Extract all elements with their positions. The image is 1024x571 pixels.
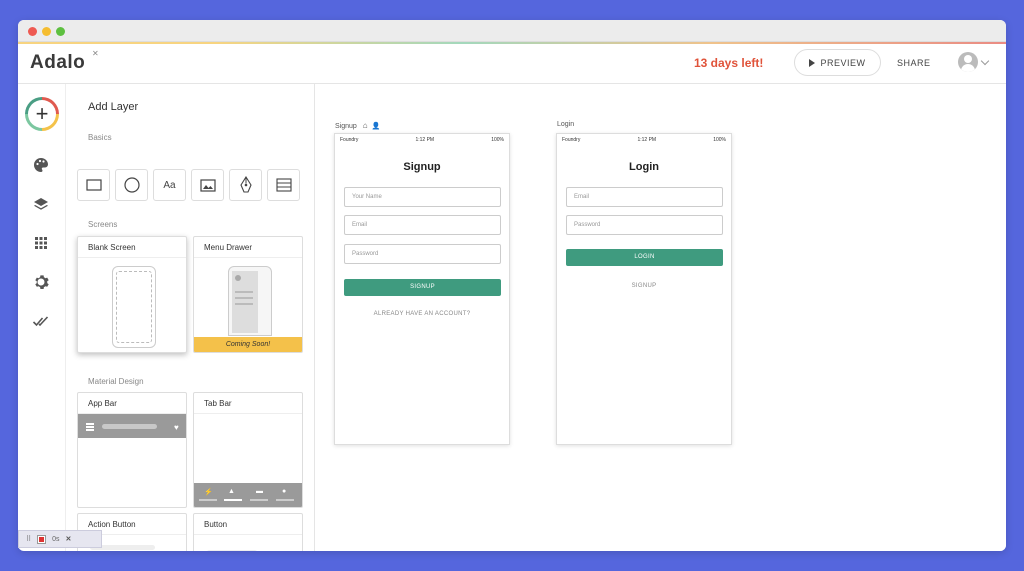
check-all-icon[interactable] — [32, 312, 50, 330]
signup-title: Signup — [403, 161, 441, 173]
card-title: Tab Bar — [194, 393, 302, 414]
battery-text: 100% — [713, 136, 726, 143]
ellipse-icon — [123, 177, 140, 193]
logo-sparkle-icon: ✕ — [92, 49, 99, 58]
basics-label: Basics — [88, 133, 112, 142]
menu-drawer-card[interactable]: Menu Drawer Coming Soon! — [193, 236, 303, 353]
chevron-down-icon[interactable] — [980, 56, 990, 66]
trial-remaining-text[interactable]: 13 days left! — [694, 56, 763, 70]
add-layer-button[interactable]: + — [25, 97, 59, 131]
app-logo[interactable]: Adalo — [30, 52, 85, 74]
signup-link[interactable]: SIGNUP — [557, 283, 731, 289]
time-text: 1:12 PM — [415, 136, 435, 143]
close-icon[interactable]: ✕ — [66, 535, 72, 543]
signup-screen[interactable]: Foundry 1:12 PM 100% Signup Your Name Em… — [334, 133, 510, 445]
signup-label-text: Signup — [335, 123, 357, 130]
close-window-button[interactable] — [28, 27, 37, 36]
password-input[interactable]: Password — [566, 215, 723, 235]
material-design-label: Material Design — [88, 377, 144, 386]
user-lock-icon: 👤 — [371, 123, 381, 130]
text-tool-button[interactable]: Aa — [153, 169, 186, 201]
left-toolbar: + — [18, 84, 66, 551]
grid-icon[interactable] — [32, 234, 50, 252]
card-title: App Bar — [78, 393, 186, 414]
image-icon — [199, 178, 216, 192]
maximize-window-button[interactable] — [56, 27, 65, 36]
status-bar: Foundry 1:12 PM 100% — [335, 134, 509, 145]
stop-recording-button[interactable] — [37, 534, 47, 544]
card-title: Menu Drawer — [194, 237, 302, 258]
phone-outline-icon — [112, 266, 156, 348]
status-bar: Foundry 1:12 PM 100% — [557, 134, 731, 145]
ellipse-tool-button[interactable] — [115, 169, 148, 201]
minimize-window-button[interactable] — [42, 27, 51, 36]
palette-icon[interactable] — [32, 156, 50, 174]
button-card[interactable]: Button — [193, 513, 303, 551]
heart-icon: ♥ — [174, 423, 179, 432]
design-canvas[interactable]: Signup ⌂ 👤 Foundry 1:12 PM 100% Signup Y… — [315, 84, 1006, 551]
signup-button[interactable]: SIGNUP — [344, 279, 501, 296]
signup-screen-label[interactable]: Signup ⌂ 👤 — [335, 121, 380, 130]
login-screen[interactable]: Foundry 1:12 PM 100% Login Email Passwor… — [556, 133, 732, 445]
recording-timer: 0s — [52, 535, 60, 543]
app-bar-card[interactable]: App Bar ♥ — [77, 392, 187, 508]
login-button[interactable]: LOGIN — [566, 249, 723, 266]
coming-soon-badge: Coming Soon! — [194, 337, 302, 352]
drawer-preview-icon — [228, 266, 272, 336]
tab-bar-preview: ⚡ ▲ ▬ ● — [194, 483, 302, 507]
image-tool-button[interactable] — [191, 169, 224, 201]
pen-tool-button[interactable] — [229, 169, 262, 201]
rectangle-icon — [85, 179, 102, 191]
user-avatar-icon[interactable] — [958, 52, 978, 72]
carrier-text: Foundry — [340, 136, 359, 143]
home-icon: ⌂ — [362, 121, 368, 130]
top-bar: Adalo ✕ 13 days left! PREVIEW SHARE — [18, 42, 1006, 84]
share-button[interactable]: SHARE — [897, 58, 931, 68]
list-tool-button[interactable] — [267, 169, 300, 201]
pen-icon — [239, 176, 252, 193]
email-input[interactable]: Email — [344, 215, 501, 235]
password-input[interactable]: Password — [344, 244, 501, 264]
card-title: Button — [194, 514, 302, 535]
add-icon: + — [28, 100, 56, 128]
gear-icon[interactable] — [32, 273, 50, 291]
list-icon — [275, 178, 292, 192]
time-text: 1:12 PM — [637, 136, 657, 143]
name-input[interactable]: Your Name — [344, 187, 501, 207]
recording-toolbar: ⠿ 0s ✕ — [18, 530, 102, 548]
battery-text: 100% — [491, 136, 504, 143]
window-titlebar — [18, 20, 1006, 42]
drag-handle-icon[interactable]: ⠿ — [26, 535, 31, 543]
already-have-account-link[interactable]: ALREADY HAVE AN ACCOUNT? — [335, 311, 509, 317]
layers-icon[interactable] — [32, 196, 50, 214]
screens-label: Screens — [88, 220, 118, 229]
preview-button[interactable]: PREVIEW — [794, 49, 881, 76]
app-window: Adalo ✕ 13 days left! PREVIEW SHARE + Ad… — [18, 20, 1006, 551]
play-icon — [809, 58, 816, 67]
carrier-text: Foundry — [562, 136, 581, 143]
blank-screen-card[interactable]: Blank Screen — [77, 236, 187, 353]
text-icon: Aa — [163, 179, 176, 191]
rectangle-tool-button[interactable] — [77, 169, 110, 201]
add-layer-panel: Add Layer Basics Aa Screens Blank Screen — [66, 84, 315, 551]
preview-label: PREVIEW — [820, 57, 866, 68]
email-input[interactable]: Email — [566, 187, 723, 207]
login-title: Login — [629, 161, 659, 173]
accent-line — [18, 42, 1006, 44]
panel-title: Add Layer — [88, 101, 139, 113]
tab-bar-card[interactable]: Tab Bar ⚡ ▲ ▬ ● — [193, 392, 303, 508]
login-screen-label[interactable]: Login — [557, 121, 574, 128]
app-bar-preview: ♥ — [78, 414, 186, 438]
card-title: Blank Screen — [78, 237, 186, 258]
